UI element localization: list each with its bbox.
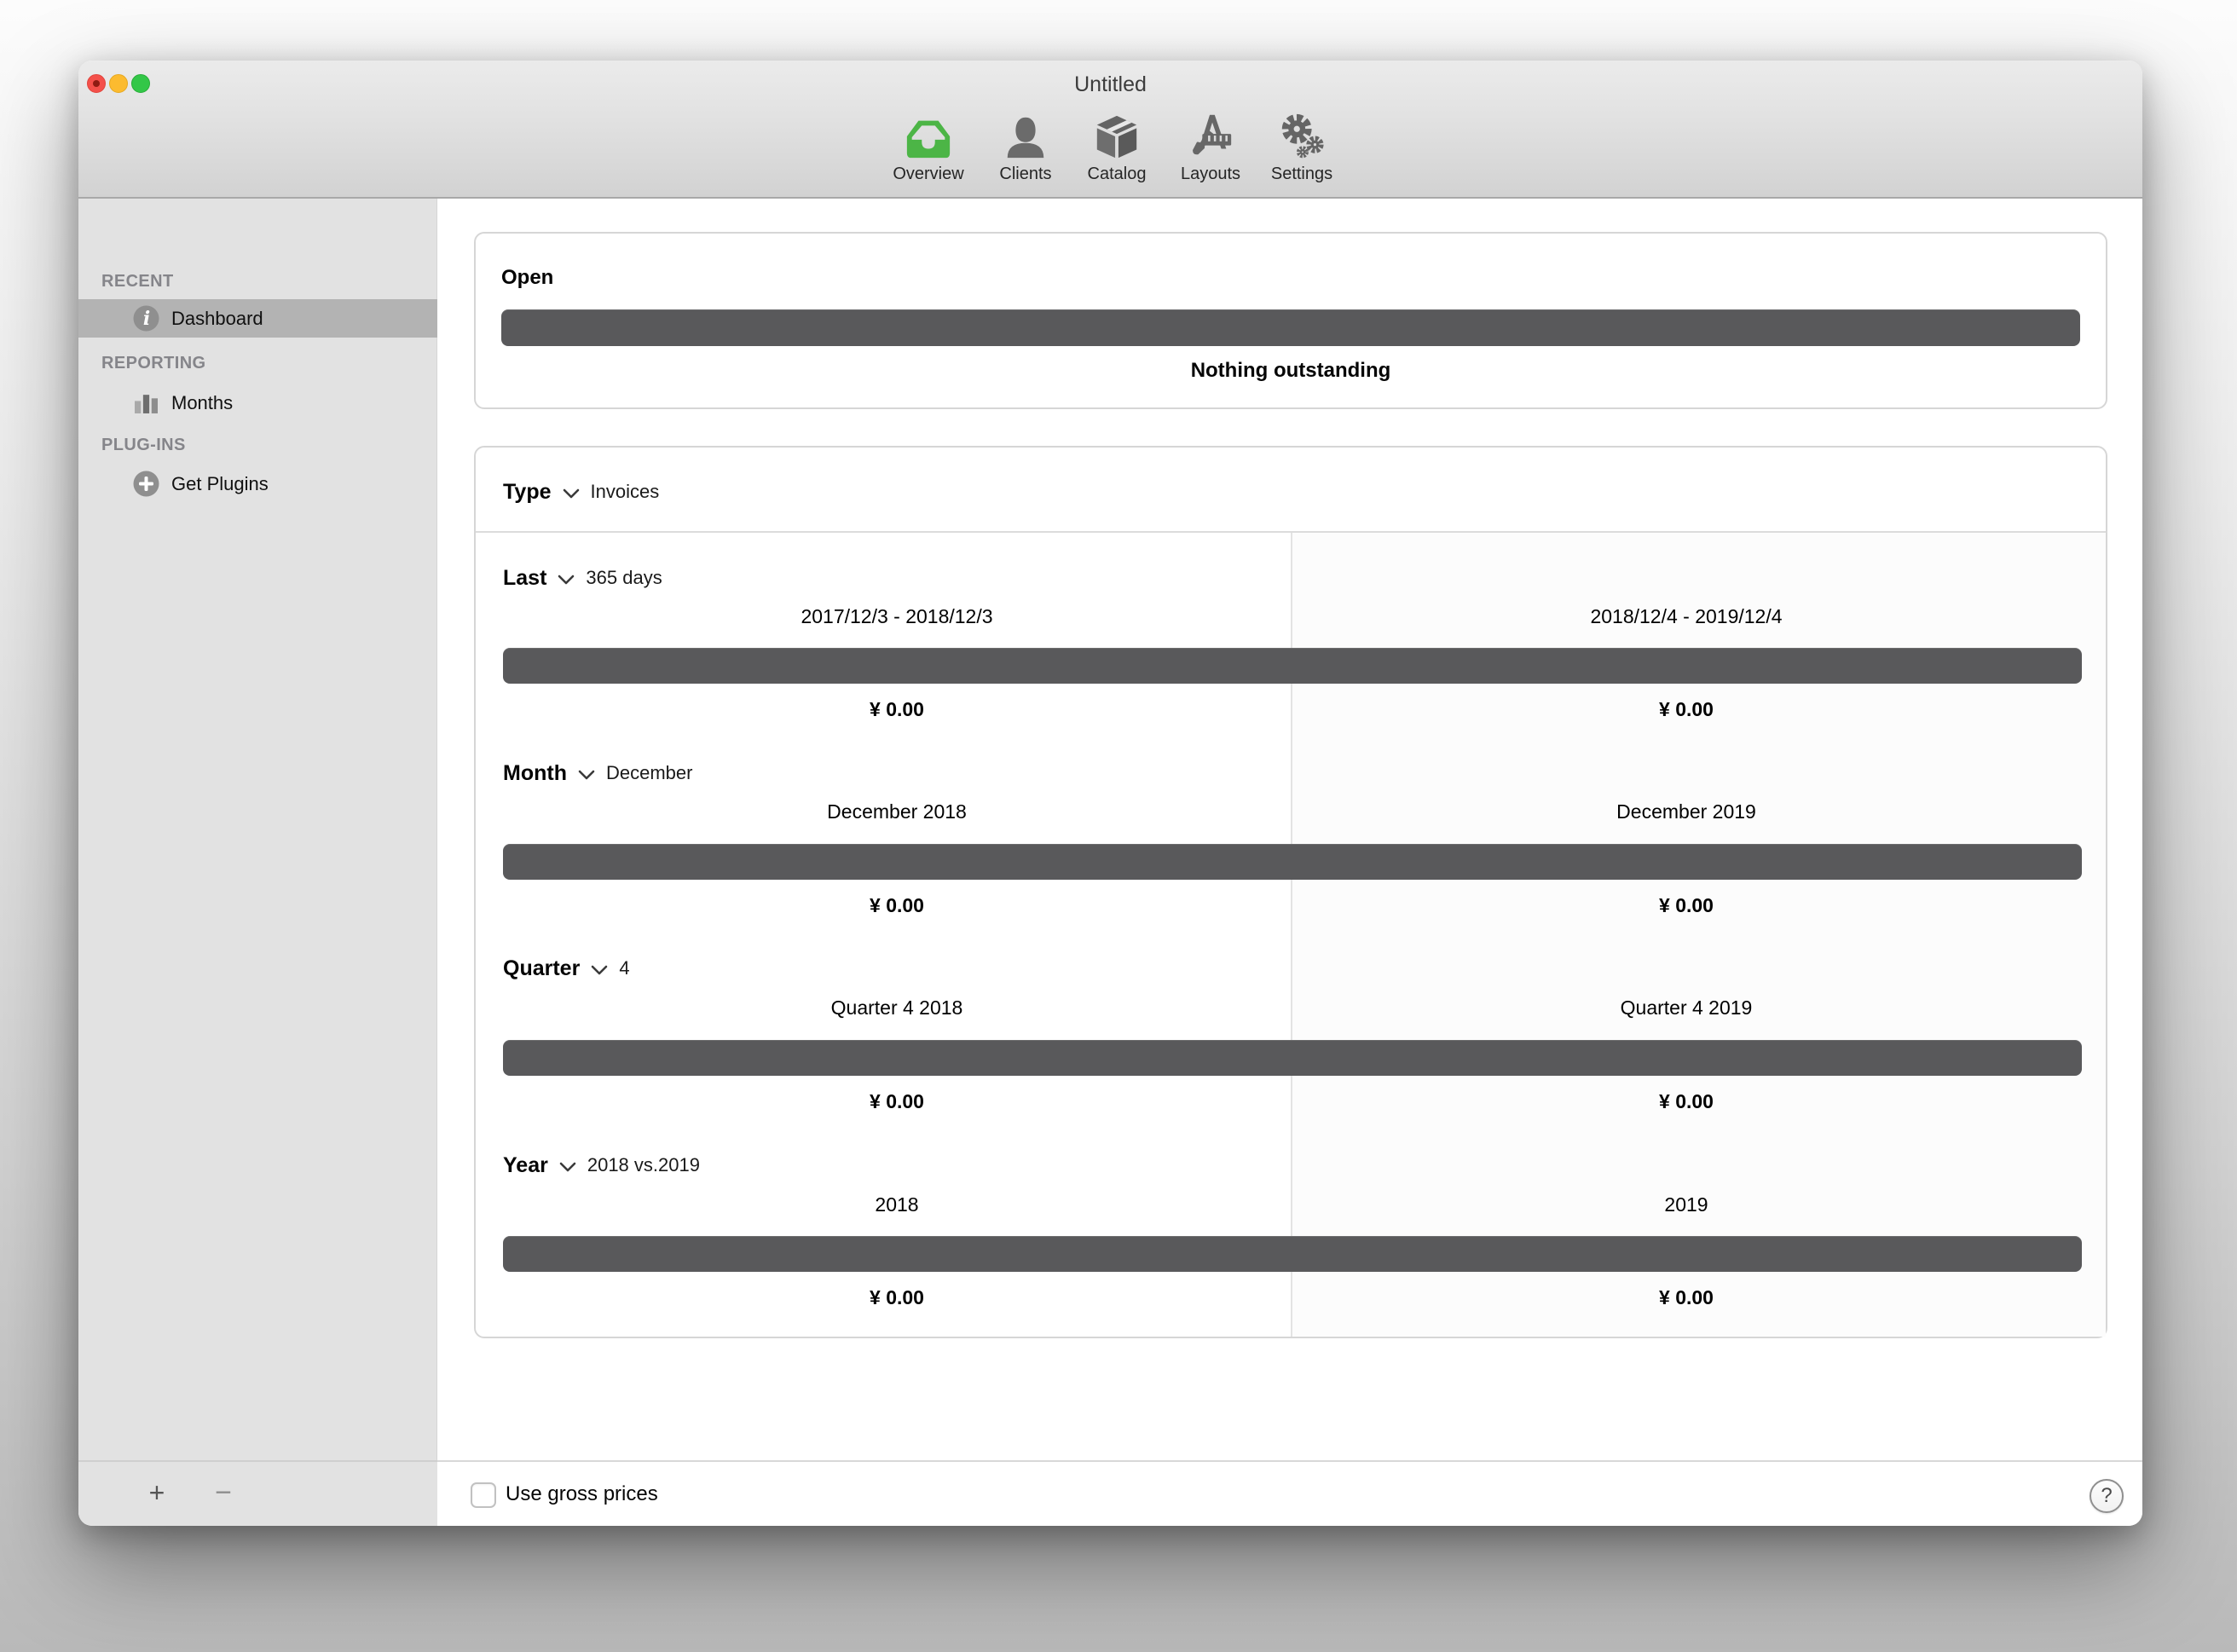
- month-selector[interactable]: Month December: [503, 759, 692, 788]
- toolbar-item-overview[interactable]: Overview: [876, 112, 981, 194]
- comparison-bar: [503, 1236, 2082, 1272]
- section-label: Quarter: [503, 956, 580, 981]
- right-period-label: Quarter 4 2019: [1291, 993, 2082, 1022]
- left-period-label: Quarter 4 2018: [503, 993, 1291, 1022]
- section-value: 2018 vs.2019: [587, 1154, 700, 1176]
- section-label: Year: [503, 1153, 548, 1178]
- sidebar-section-reporting: REPORTING: [101, 349, 206, 378]
- zoom-button[interactable]: [131, 74, 150, 93]
- type-selector[interactable]: Type Invoices: [503, 477, 659, 506]
- left-amount: ¥ 0.00: [503, 695, 1291, 724]
- open-panel-title: Open: [501, 263, 553, 292]
- sidebar-item-dashboard[interactable]: i Dashboard: [78, 299, 437, 338]
- chevron-down-icon: [590, 964, 609, 976]
- plus-circle-icon: [133, 471, 159, 497]
- right-amount: ¥ 0.00: [1291, 1283, 2082, 1312]
- comparison-bar: [503, 1040, 2082, 1076]
- toolbar-label: Overview: [876, 165, 981, 184]
- comparison-panel: Type Invoices Last 365 days 2017/12/3 - …: [474, 446, 2107, 1338]
- right-amount: ¥ 0.00: [1291, 891, 2082, 920]
- toolbar-item-clients[interactable]: Clients: [973, 112, 1078, 194]
- toolbar-item-catalog[interactable]: Catalog: [1064, 112, 1170, 194]
- main-footer: Use gross prices ?: [437, 1460, 2142, 1526]
- sidebar-section-plugins: PLUG-INS: [101, 430, 186, 459]
- right-amount: ¥ 0.00: [1291, 1087, 2082, 1116]
- right-period-label: December 2019: [1291, 797, 2082, 826]
- sidebar-item-get-plugins[interactable]: Get Plugins: [78, 465, 437, 503]
- minimize-button[interactable]: [109, 74, 128, 93]
- section-label: Last: [503, 566, 546, 591]
- comparison-bar: [503, 844, 2082, 880]
- section-label: Month: [503, 761, 567, 786]
- footer: + − Use gross prices ?: [78, 1460, 2142, 1526]
- sidebar-item-label: Dashboard: [171, 299, 263, 338]
- toolbar-item-layouts[interactable]: Layouts: [1158, 112, 1263, 194]
- person-icon: [1001, 112, 1050, 161]
- inbox-icon: [904, 112, 953, 161]
- main-content: Open Nothing outstanding Type Invoices L…: [437, 199, 2142, 1460]
- sidebar-item-label: Months: [171, 384, 233, 422]
- left-amount: ¥ 0.00: [503, 1283, 1291, 1312]
- type-label: Type: [503, 480, 552, 505]
- toolbar-label: Clients: [973, 165, 1078, 184]
- app-body: RECENT i Dashboard REPORTING Months PLUG…: [78, 199, 2142, 1460]
- toolbar-item-settings[interactable]: Settings: [1249, 112, 1355, 194]
- brush-ruler-icon: [1186, 112, 1235, 161]
- open-empty-message: Nothing outstanding: [476, 356, 2106, 385]
- unsaved-dot-icon: [93, 80, 100, 87]
- quarter-selector[interactable]: Quarter 4: [503, 954, 630, 983]
- section-value: 4: [619, 957, 629, 979]
- app-window: Untitled Overview Clients Catalog: [78, 61, 2142, 1526]
- sidebar-section-recent: RECENT: [101, 267, 174, 296]
- left-amount: ¥ 0.00: [503, 891, 1291, 920]
- remove-button[interactable]: −: [199, 1462, 247, 1526]
- package-icon: [1092, 112, 1142, 161]
- use-gross-prices-label: Use gross prices: [506, 1462, 658, 1526]
- toolbar-label: Catalog: [1064, 165, 1170, 184]
- right-amount: ¥ 0.00: [1291, 695, 2082, 724]
- use-gross-prices-checkbox[interactable]: [471, 1482, 496, 1508]
- titlebar: Untitled Overview Clients Catalog: [78, 61, 2142, 199]
- sidebar-footer: + −: [78, 1460, 437, 1526]
- window-title: Untitled: [78, 61, 2142, 108]
- open-panel: Open Nothing outstanding: [474, 232, 2107, 409]
- open-progress-bar: [501, 309, 2080, 346]
- right-period-label: 2019: [1291, 1190, 2082, 1219]
- chevron-down-icon: [557, 574, 575, 586]
- last-selector[interactable]: Last 365 days: [503, 563, 662, 592]
- info-icon: i: [133, 305, 159, 332]
- left-period-label: December 2018: [503, 797, 1291, 826]
- left-amount: ¥ 0.00: [503, 1087, 1291, 1116]
- toolbar-label: Settings: [1249, 165, 1355, 184]
- gears-icon: [1277, 112, 1327, 161]
- right-period-label: 2018/12/4 - 2019/12/4: [1291, 602, 2082, 631]
- section-value: December: [606, 762, 692, 784]
- svg-text:i: i: [143, 308, 150, 330]
- chevron-down-icon: [577, 769, 596, 781]
- help-button[interactable]: ?: [2090, 1479, 2124, 1513]
- bar-chart-icon: [135, 392, 158, 413]
- section-value: 365 days: [586, 567, 662, 589]
- chevron-down-icon: [562, 488, 581, 500]
- chevron-down-icon: [558, 1161, 577, 1173]
- close-button[interactable]: [87, 74, 106, 93]
- type-value: Invoices: [591, 481, 660, 503]
- year-selector[interactable]: Year 2018 vs.2019: [503, 1151, 700, 1180]
- add-button[interactable]: +: [133, 1462, 181, 1526]
- toolbar-label: Layouts: [1158, 165, 1263, 184]
- left-period-label: 2018: [503, 1190, 1291, 1219]
- sidebar-item-label: Get Plugins: [171, 465, 269, 503]
- sidebar-item-months[interactable]: Months: [78, 384, 437, 422]
- left-period-label: 2017/12/3 - 2018/12/3: [503, 602, 1291, 631]
- comparison-bar: [503, 648, 2082, 684]
- sidebar: RECENT i Dashboard REPORTING Months PLUG…: [78, 199, 437, 1460]
